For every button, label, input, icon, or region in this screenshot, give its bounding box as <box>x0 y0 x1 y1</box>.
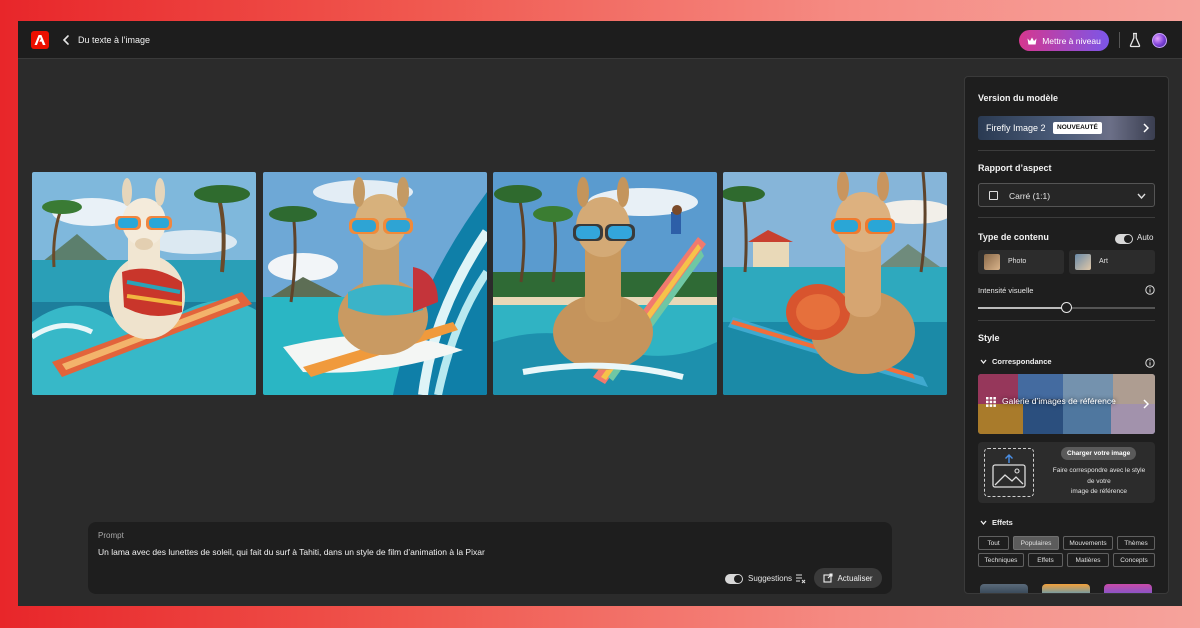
divider <box>978 320 1155 321</box>
upload-description: Faire correspondre avec le style de votr… <box>1048 466 1150 498</box>
flask-icon[interactable] <box>1129 32 1141 48</box>
intensity-slider-handle[interactable] <box>1061 302 1072 313</box>
effect-tab-concepts[interactable]: Concepts <box>1113 553 1155 567</box>
suggestions-toggle[interactable] <box>725 574 743 584</box>
new-badge: NOUVEAUTÉ <box>1053 122 1102 134</box>
effects-heading: Effets <box>992 518 1013 527</box>
top-bar: Du texte à l’image Mettre à niveau <box>18 21 1182 59</box>
auto-label: Auto <box>1137 233 1154 242</box>
intensity-slider-fill <box>978 307 1067 309</box>
photo-thumbnail <box>984 254 1000 270</box>
result-image[interactable] <box>32 172 256 395</box>
prompt-box: Prompt Un lama avec des lunettes de sole… <box>88 522 892 594</box>
effect-thumbnail[interactable] <box>980 584 1028 593</box>
upload-dropzone[interactable] <box>984 448 1034 497</box>
auto-toggle[interactable] <box>1115 234 1133 244</box>
chevron-left-icon[interactable] <box>60 33 72 47</box>
effect-thumbnail[interactable] <box>1104 584 1152 593</box>
page-title: Du texte à l’image <box>78 35 151 45</box>
model-selector[interactable]: Firefly Image 2 NOUVEAUTÉ <box>978 116 1155 140</box>
chevron-right-icon <box>1143 123 1149 133</box>
info-icon[interactable] <box>1145 358 1155 368</box>
content-type-heading: Type de contenu <box>978 232 1049 242</box>
model-name: Firefly Image 2 <box>986 123 1046 133</box>
square-icon <box>989 191 998 200</box>
settings-panel: Version du modèle Firefly Image 2 NOUVEA… <box>964 76 1169 594</box>
result-image[interactable] <box>493 172 717 395</box>
chevron-down-icon[interactable] <box>980 520 987 525</box>
crown-icon <box>1027 37 1037 44</box>
upgrade-button[interactable]: Mettre à niveau <box>1019 30 1109 51</box>
prompt-label: Prompt <box>98 531 124 540</box>
suggestions-list-icon[interactable] <box>795 573 806 584</box>
effect-tab-popular[interactable]: Populaires <box>1013 536 1059 550</box>
effect-tab-effects[interactable]: Effets <box>1028 553 1063 567</box>
image-upload-icon <box>992 454 1026 488</box>
content-type-label: Photo <box>1008 258 1027 265</box>
content-type-photo-button[interactable]: Photo <box>978 250 1064 274</box>
aspect-heading: Rapport d’aspect <box>978 163 1052 173</box>
adobe-logo-icon[interactable] <box>31 31 49 49</box>
result-image[interactable] <box>263 172 487 395</box>
upload-description-line: de votre <box>1087 477 1111 485</box>
effect-tab-movements[interactable]: Mouvements <box>1063 536 1113 550</box>
upgrade-label: Mettre à niveau <box>1042 35 1101 46</box>
aspect-ratio-select[interactable]: Carré (1:1) <box>978 183 1155 207</box>
firefly-app: Du texte à l’image Mettre à niveau Promp… <box>18 21 1182 606</box>
match-heading: Correspondance <box>992 357 1052 366</box>
content-type-label: Art <box>1099 258 1108 265</box>
reference-gallery-button[interactable]: Galerie d’images de référence <box>978 374 1155 434</box>
effect-tab-all[interactable]: Tout <box>978 536 1009 550</box>
chevron-down-icon[interactable] <box>980 359 987 364</box>
result-image[interactable] <box>723 172 947 395</box>
upload-reference-area[interactable]: Charger votre image Faire correspondre a… <box>978 442 1155 503</box>
divider <box>978 150 1155 151</box>
chevron-right-icon <box>1143 399 1149 409</box>
content-type-art-button[interactable]: Art <box>1069 250 1155 274</box>
divider <box>978 217 1155 218</box>
prompt-input[interactable]: Un lama avec des lunettes de soleil, qui… <box>98 547 485 557</box>
art-thumbnail <box>1075 254 1091 270</box>
upload-image-button[interactable]: Charger votre image <box>1061 447 1137 460</box>
aspect-value: Carré (1:1) <box>1009 191 1051 201</box>
grid-icon <box>986 397 996 407</box>
effect-tab-materials[interactable]: Matières <box>1067 553 1109 567</box>
divider <box>1119 32 1120 48</box>
info-icon[interactable] <box>1145 285 1155 295</box>
refresh-icon <box>823 573 833 583</box>
intensity-label: Intensité visuelle <box>978 286 1034 295</box>
effect-thumbnail[interactable] <box>1042 584 1090 593</box>
chevron-down-icon <box>1137 193 1146 199</box>
model-heading: Version du modèle <box>978 93 1059 103</box>
suggestions-label: Suggestions <box>748 574 793 583</box>
upload-description-line: image de référence <box>1070 488 1127 495</box>
reference-gallery-label: Galerie d’images de référence <box>1002 396 1116 406</box>
refresh-button[interactable]: Actualiser <box>814 568 882 588</box>
refresh-label: Actualiser <box>837 573 873 583</box>
style-heading: Style <box>978 333 1000 343</box>
upload-description-line: Faire correspondre avec le style <box>1052 467 1146 474</box>
effect-tab-themes[interactable]: Thèmes <box>1117 536 1155 550</box>
effect-tab-techniques[interactable]: Techniques <box>978 553 1024 567</box>
avatar[interactable] <box>1152 33 1167 48</box>
